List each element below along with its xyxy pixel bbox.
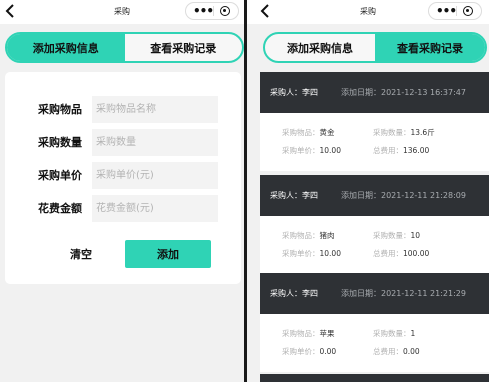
total-value: 0.00 — [403, 347, 420, 356]
capsule-divider — [456, 6, 457, 16]
total-value: 100.00 — [403, 249, 430, 258]
item-field: 采购物品：猪肉 — [282, 230, 335, 241]
total-field: 总费用：100.00 — [373, 248, 429, 259]
item-value: 黄金 — [319, 128, 335, 137]
purchase-records-screen: 采购 ••• 添加采购信息 查看采购记录 采购人：李四 添加日期：2021-12… — [247, 0, 489, 382]
record-header — [260, 374, 489, 382]
item-field: 采购物品：苹果 — [282, 328, 335, 339]
unit-price-field: 采购单价：10.00 — [282, 145, 341, 156]
record-date: 添加日期：2021-12-11 21:28:09 — [341, 191, 466, 200]
buyer-name: 采购人：李四 — [270, 191, 318, 200]
total-field: 总费用：0.00 — [373, 346, 420, 357]
purchase-form: 采购物品 采购数量 采购单价 花费金额 清空 添加 — [5, 72, 241, 284]
unit-price-value: 10.00 — [319, 146, 341, 155]
quantity-field: 采购数量：10 — [373, 230, 420, 241]
record-card[interactable]: 采购人：李四 添加日期：2021-12-13 16:37:47 采购物品：黄金 … — [260, 72, 489, 171]
record-header: 采购人：李四 添加日期：2021-12-11 21:21:29 — [260, 273, 489, 314]
total-value: 136.00 — [403, 146, 430, 155]
cost-input[interactable] — [92, 195, 218, 222]
record-header: 采购人：李四 添加日期：2021-12-13 16:37:47 — [260, 72, 489, 113]
capsule-divider — [213, 6, 214, 16]
tab-switcher: 添加采购信息 查看采购记录 — [263, 32, 487, 63]
buyer-name: 采购人：李四 — [270, 88, 318, 97]
item-field-label: 采购物品： — [282, 329, 320, 338]
close-target-icon[interactable] — [220, 6, 230, 16]
record-date: 添加日期：2021-12-13 16:37:47 — [341, 88, 466, 97]
unit-price-field-label: 采购单价： — [282, 146, 320, 155]
quantity-field-label: 采购数量： — [373, 329, 411, 338]
tab-add-purchase[interactable]: 添加采购信息 — [7, 34, 125, 61]
total-field: 总费用：136.00 — [373, 145, 429, 156]
cost-label: 花费金额 — [38, 202, 82, 215]
item-field-label: 采购物品： — [282, 231, 320, 240]
item-field-label: 采购物品： — [282, 128, 320, 137]
total-field-label: 总费用： — [373, 347, 403, 356]
total-field-label: 总费用： — [373, 146, 403, 155]
tab-add-purchase[interactable]: 添加采购信息 — [265, 34, 375, 61]
clear-button[interactable]: 清空 — [38, 240, 124, 268]
quantity-field: 采购数量：1 — [373, 328, 415, 339]
item-name-input[interactable] — [92, 96, 218, 123]
quantity-value: 1 — [410, 329, 416, 338]
tab-view-records[interactable]: 查看采购记录 — [375, 34, 485, 61]
quantity-label: 采购数量 — [38, 136, 82, 149]
quantity-field-label: 采购数量： — [373, 231, 411, 240]
record-details: 采购物品：黄金 采购数量：13.6斤 采购单价：10.00 总费用：136.00 — [260, 113, 489, 171]
unit-price-field: 采购单价：10.00 — [282, 248, 341, 259]
add-button[interactable]: 添加 — [125, 240, 211, 268]
quantity-field: 采购数量：13.6斤 — [373, 127, 435, 138]
total-field-label: 总费用： — [373, 249, 403, 258]
unit-price-input[interactable] — [92, 162, 218, 189]
unit-price-label: 采购单价 — [38, 169, 82, 182]
mini-program-capsule: ••• — [185, 2, 239, 20]
quantity-value: 13.6斤 — [410, 128, 435, 137]
more-icon[interactable]: ••• — [436, 5, 457, 17]
record-date: 添加日期：2021-12-11 21:21:29 — [341, 289, 466, 298]
unit-price-value: 0.00 — [319, 347, 337, 356]
unit-price-value: 10.00 — [319, 249, 341, 258]
unit-price-field: 采购单价：0.00 — [282, 346, 336, 357]
navigation-bar: 采购 ••• — [0, 0, 244, 24]
unit-price-field-label: 采购单价： — [282, 249, 320, 258]
close-target-icon[interactable] — [463, 6, 473, 16]
record-header: 采购人：李四 添加日期：2021-12-11 21:28:09 — [260, 175, 489, 216]
item-value: 猪肉 — [319, 231, 335, 240]
quantity-field-label: 采购数量： — [373, 128, 411, 137]
tab-view-records[interactable]: 查看采购记录 — [125, 34, 243, 61]
quantity-input[interactable] — [92, 129, 218, 156]
quantity-value: 10 — [410, 231, 421, 240]
unit-price-field-label: 采购单价： — [282, 347, 320, 356]
record-details: 采购物品：猪肉 采购数量：10 采购单价：10.00 总费用：100.00 — [260, 216, 489, 274]
add-purchase-screen: 采购 ••• 添加采购信息 查看采购记录 采购物品 采购数量 采购单价 花费金额… — [0, 0, 244, 382]
record-card[interactable]: 采购人：李四 添加日期：2021-12-11 21:21:29 采购物品：苹果 … — [260, 273, 489, 372]
record-card-partial[interactable] — [260, 374, 489, 382]
more-icon[interactable]: ••• — [193, 5, 214, 17]
navigation-bar: 采购 ••• — [247, 0, 489, 24]
record-card[interactable]: 采购人：李四 添加日期：2021-12-11 21:28:09 采购物品：猪肉 … — [260, 175, 489, 274]
item-field: 采购物品：黄金 — [282, 127, 335, 138]
item-label: 采购物品 — [38, 103, 82, 116]
mini-program-capsule: ••• — [428, 2, 482, 20]
tab-switcher: 添加采购信息 查看采购记录 — [5, 32, 244, 63]
record-details: 采购物品：苹果 采购数量：1 采购单价：0.00 总费用：0.00 — [260, 314, 489, 372]
buyer-name: 采购人：李四 — [270, 289, 318, 298]
item-value: 苹果 — [319, 329, 335, 338]
